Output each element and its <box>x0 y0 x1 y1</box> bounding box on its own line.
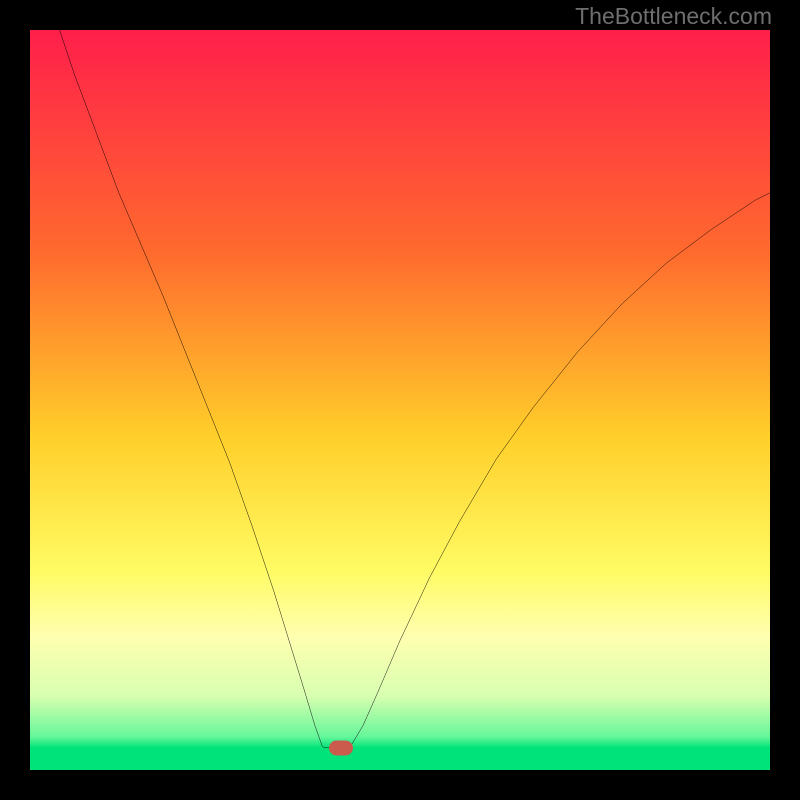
plot-background <box>30 30 770 770</box>
bottleneck-chart <box>30 30 770 770</box>
optimal-point-marker <box>329 740 353 755</box>
watermark-text: TheBottleneck.com <box>575 3 772 30</box>
chart-frame: TheBottleneck.com <box>0 0 800 800</box>
